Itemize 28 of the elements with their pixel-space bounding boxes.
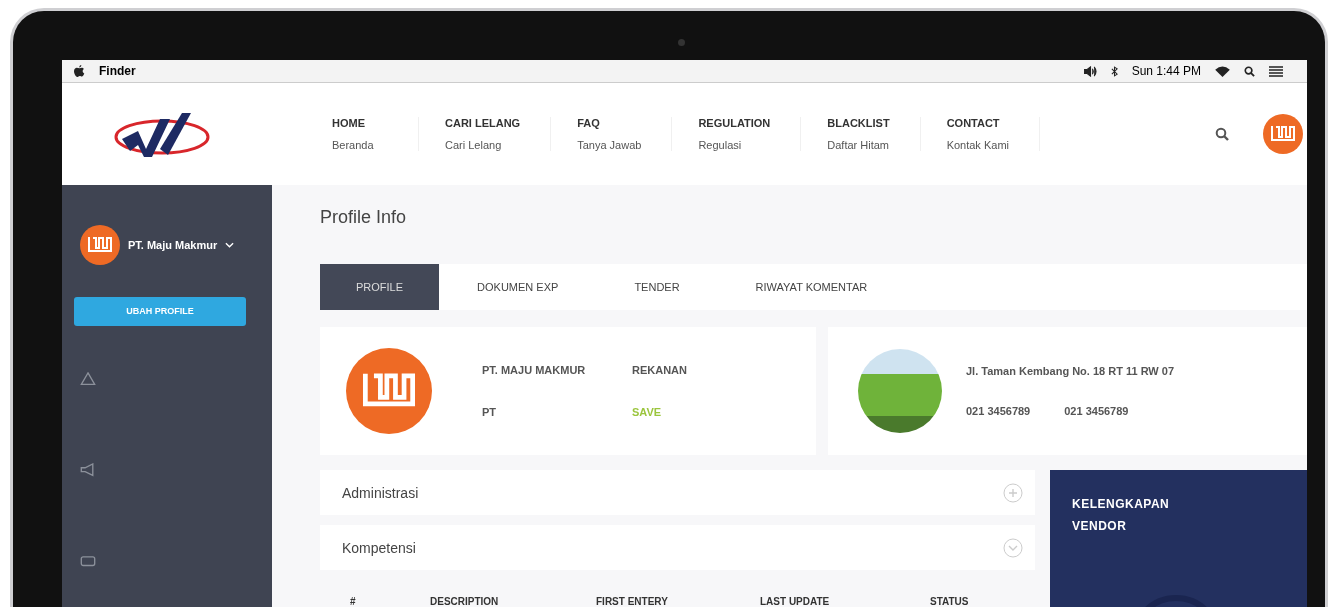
column-header: # xyxy=(350,596,357,607)
field-value: PT. MAJU MAKMUR xyxy=(482,364,587,376)
phone-number: 021 3456789 xyxy=(966,405,1031,417)
section-title: Kompetensi xyxy=(342,539,416,556)
app-name[interactable]: Finder xyxy=(99,64,136,78)
nav-link[interactable]: FAQ Tanya Jawab xyxy=(577,117,673,151)
column-header: STATUS xyxy=(930,596,970,607)
page-title: Profile Info xyxy=(320,207,408,228)
phone-number: 021 3456789 xyxy=(1064,405,1129,417)
nav-link[interactable]: CARI LELANG Cari Lelang xyxy=(445,117,552,151)
tab[interactable]: PROFILE xyxy=(320,264,440,310)
field-value: SAVE xyxy=(632,406,663,418)
section-title: Administrasi xyxy=(342,484,419,501)
address-text: Jl. Taman Kembang No. 18 RT 11 RW 07 xyxy=(966,365,1175,377)
accordion-header[interactable]: Administrasi xyxy=(320,470,1035,515)
accordion-header[interactable]: Kompetensi xyxy=(320,525,1035,570)
field-value: REKANAN xyxy=(632,364,688,376)
column-header: LAST UPDATE xyxy=(760,596,831,607)
nav-link[interactable]: HOME Beranda xyxy=(332,117,419,151)
user-name[interactable]: PT. Maju Makmur xyxy=(128,239,218,251)
nav-link[interactable]: REGULATION Regulasi xyxy=(698,117,802,151)
field-value: PT xyxy=(482,406,498,418)
panel-title: KELENGKAPAN VENDOR xyxy=(1072,496,1171,535)
column-header: DESCRIPTION xyxy=(430,596,500,607)
column-header: FIRST ENTERY xyxy=(596,596,669,607)
menu-clock[interactable]: Sun 1:44 PM xyxy=(1131,64,1201,78)
nav-link[interactable]: CONTACT Kontak Kami xyxy=(946,117,1040,151)
nav-link[interactable]: BLACKLIST Daftar Hitam xyxy=(827,117,921,151)
